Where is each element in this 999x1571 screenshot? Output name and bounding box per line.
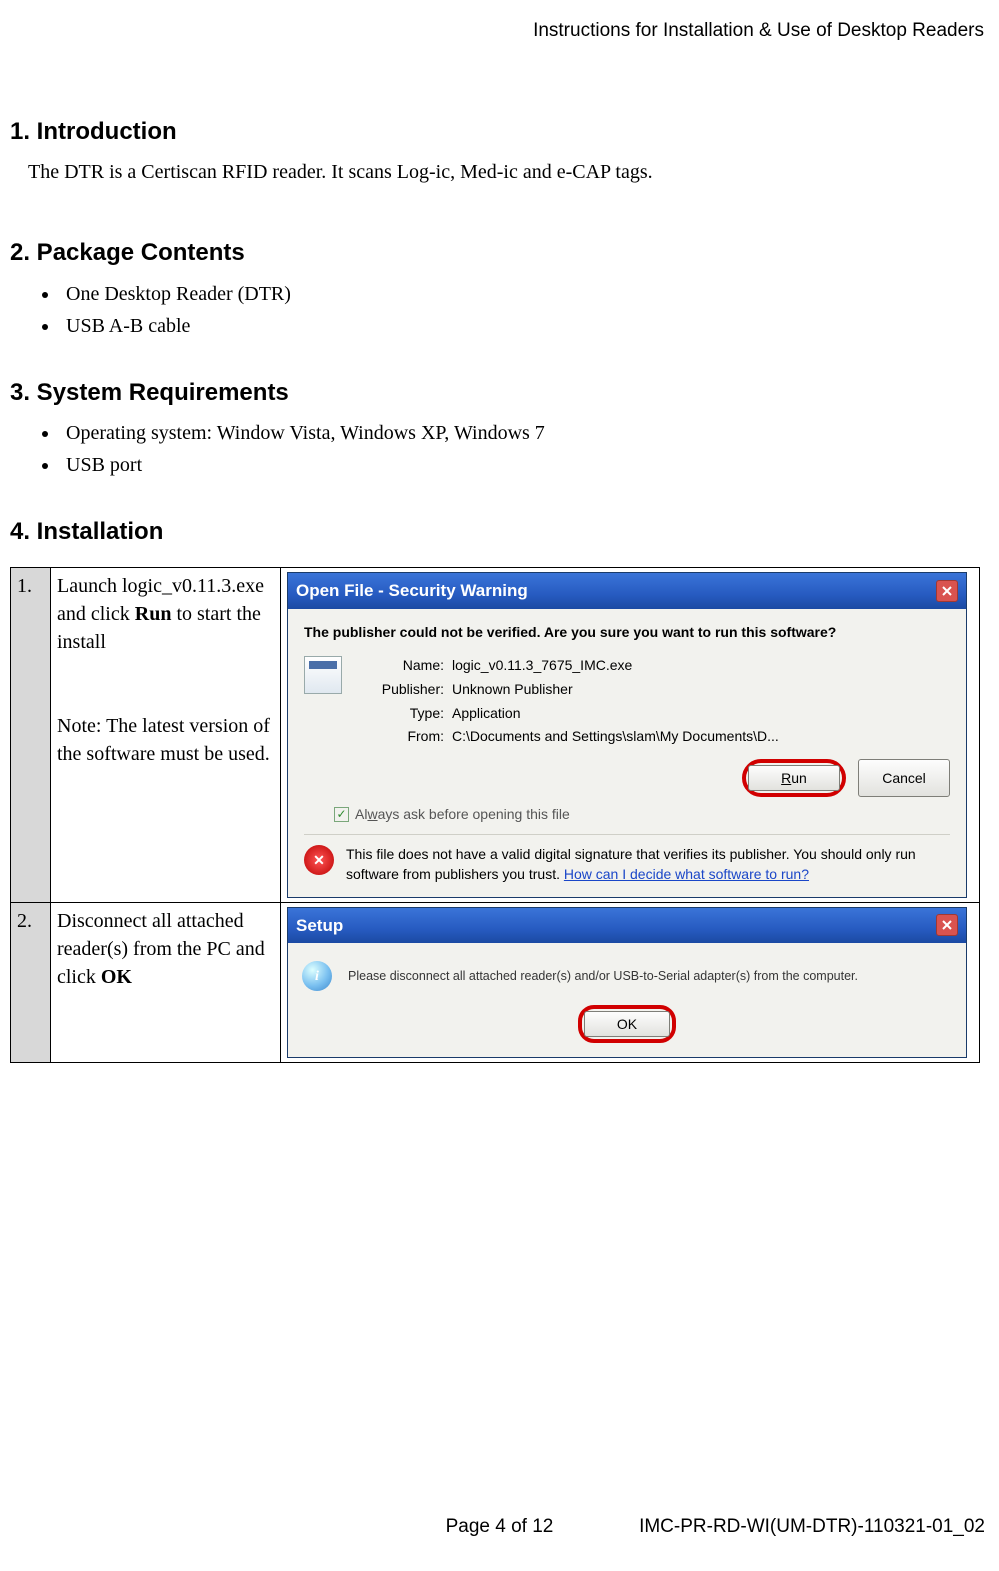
kv-label: Name:: [354, 656, 444, 676]
setup-dialog: Setup i Please disconnect all attached r…: [287, 907, 967, 1059]
list-item: One Desktop Reader (DTR): [60, 280, 989, 308]
dialog-titlebar: Setup: [288, 908, 966, 944]
package-list: One Desktop Reader (DTR) USB A-B cable: [10, 280, 989, 340]
dialog-question: The publisher could not be verified. Are…: [304, 623, 950, 643]
highlight-ring: Run: [742, 759, 846, 797]
step-description: Launch logic_v0.11.3.exe and click Run t…: [51, 567, 281, 902]
close-icon[interactable]: [936, 914, 958, 936]
btn-label-rest: un: [791, 770, 807, 786]
heading-installation: 4. Installation: [10, 515, 989, 549]
install-steps-table: 1. Launch logic_v0.11.3.exe and click Ru…: [10, 567, 980, 1063]
doc-header-title: Instructions for Installation & Use of D…: [10, 0, 989, 45]
security-warning-dialog: Open File - Security Warning The publish…: [287, 572, 967, 898]
setup-message-row: i Please disconnect all attached reader(…: [302, 961, 952, 991]
list-item: Operating system: Window Vista, Windows …: [60, 419, 989, 447]
setup-message: Please disconnect all attached reader(s)…: [348, 968, 858, 986]
kv-label: Publisher:: [354, 680, 444, 700]
close-icon[interactable]: [936, 580, 958, 602]
application-icon: [304, 656, 342, 694]
heading-system-requirements: 3. System Requirements: [10, 376, 989, 410]
dialog-titlebar: Open File - Security Warning: [288, 573, 966, 609]
kv-value: Unknown Publisher: [452, 680, 779, 700]
kv-value: logic_v0.11.3_7675_IMC.exe: [452, 656, 779, 676]
dialog-button-row: Run Cancel: [304, 759, 950, 797]
cancel-button[interactable]: Cancel: [858, 759, 950, 797]
checkbox-icon[interactable]: ✓: [334, 807, 349, 822]
step-desc-text: Disconnect all attached reader(s) from t…: [57, 910, 265, 988]
step-screenshot: Setup i Please disconnect all attached r…: [281, 902, 980, 1063]
dialog-body: i Please disconnect all attached reader(…: [288, 943, 966, 1057]
page-footer: Page 4 of 12 IMC-PR-RD-WI(UM-DTR)-110321…: [0, 1514, 999, 1541]
run-button[interactable]: Run: [748, 765, 840, 791]
kv-label: Type:: [354, 704, 444, 724]
checkbox-label: Always ask before opening this file: [355, 805, 570, 825]
table-row: 1. Launch logic_v0.11.3.exe and click Ru…: [11, 567, 980, 902]
kv-value: C:\Documents and Settings\slam\My Docume…: [452, 727, 779, 747]
file-kv-grid: Name: logic_v0.11.3_7675_IMC.exe Publish…: [354, 656, 779, 746]
info-icon: i: [302, 961, 332, 991]
sysreq-list: Operating system: Window Vista, Windows …: [10, 419, 989, 479]
kv-label: From:: [354, 727, 444, 747]
help-link[interactable]: How can I decide what software to run?: [564, 866, 809, 882]
step-desc-bold: OK: [101, 966, 132, 988]
step-screenshot: Open File - Security Warning The publish…: [281, 567, 980, 902]
heading-package-contents: 2. Package Contents: [10, 236, 989, 270]
divider: [304, 834, 950, 835]
step-note: Note: The latest version of the software…: [57, 715, 270, 765]
intro-text: The DTR is a Certiscan RFID reader. It s…: [10, 158, 989, 186]
ok-button[interactable]: OK: [584, 1011, 670, 1037]
list-item: USB A-B cable: [60, 312, 989, 340]
signature-warning-row: ✕ This file does not have a valid digita…: [304, 845, 950, 884]
heading-introduction: 1. Introduction: [10, 115, 989, 149]
dialog-title: Open File - Security Warning: [296, 579, 528, 603]
doc-code: IMC-PR-RD-WI(UM-DTR)-110321-01_02: [639, 1514, 985, 1541]
file-info-block: Name: logic_v0.11.3_7675_IMC.exe Publish…: [304, 656, 950, 746]
shield-error-icon: ✕: [304, 845, 334, 875]
list-item: USB port: [60, 451, 989, 479]
dialog-body: The publisher could not be verified. Are…: [288, 609, 966, 897]
step-description: Disconnect all attached reader(s) from t…: [51, 902, 281, 1063]
step-desc-bold: Run: [135, 603, 172, 625]
highlight-ring: OK: [578, 1005, 676, 1043]
page-number: Page 4 of 12: [446, 1514, 554, 1541]
signature-warning-text: This file does not have a valid digital …: [346, 845, 950, 884]
kv-value: Application: [452, 704, 779, 724]
dialog-title: Setup: [296, 914, 343, 938]
step-number: 2.: [11, 902, 51, 1063]
table-row: 2. Disconnect all attached reader(s) fro…: [11, 902, 980, 1063]
step-number: 1.: [11, 567, 51, 902]
always-ask-checkbox-row[interactable]: ✓ Always ask before opening this file: [334, 805, 950, 825]
